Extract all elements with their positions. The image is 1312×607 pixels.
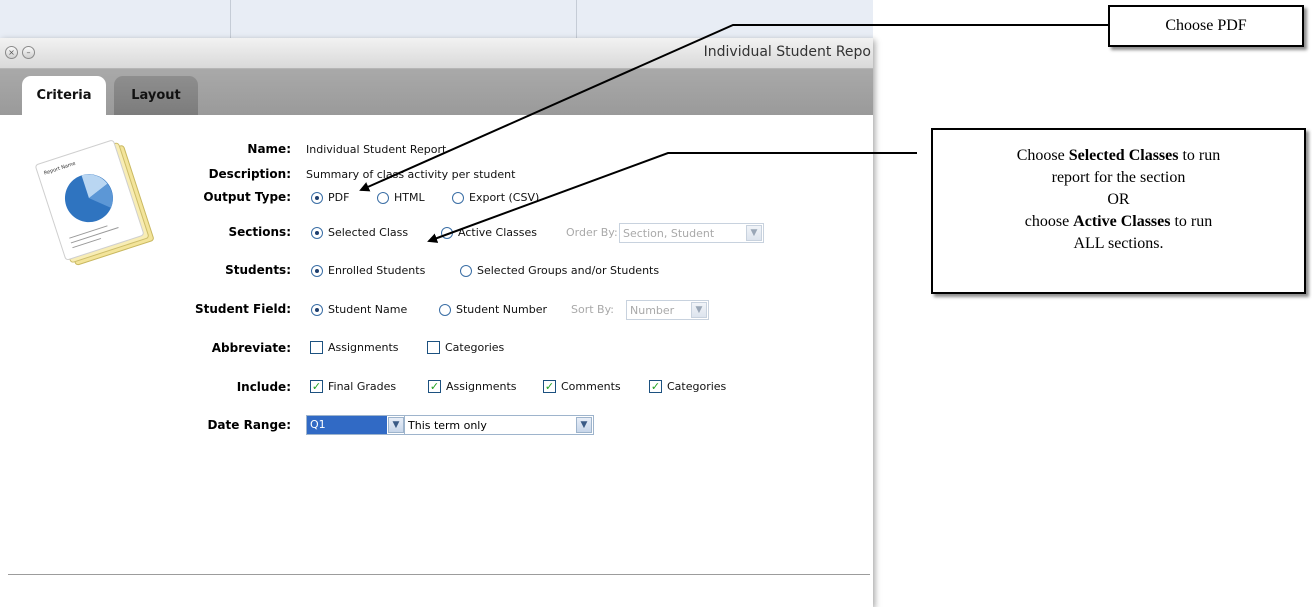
sections-callout-line5: ALL sections. [1073, 235, 1164, 252]
sections-callout-line1: Choose Selected Classes to run [1016, 147, 1221, 164]
pdf-callout-text: Choose PDF [1165, 17, 1247, 34]
sections-callout-line2: report for the section [1051, 169, 1186, 186]
pdf-callout: Choose PDF [1108, 5, 1304, 47]
sections-callout-line4: choose Active Classes to run [1024, 213, 1213, 230]
annotation-arrows [359, 24, 1108, 243]
sections-arrow [427, 152, 917, 243]
sections-callout: Choose Selected Classes to run report fo… [931, 128, 1306, 294]
sections-callout-line3: OR [1107, 191, 1130, 208]
